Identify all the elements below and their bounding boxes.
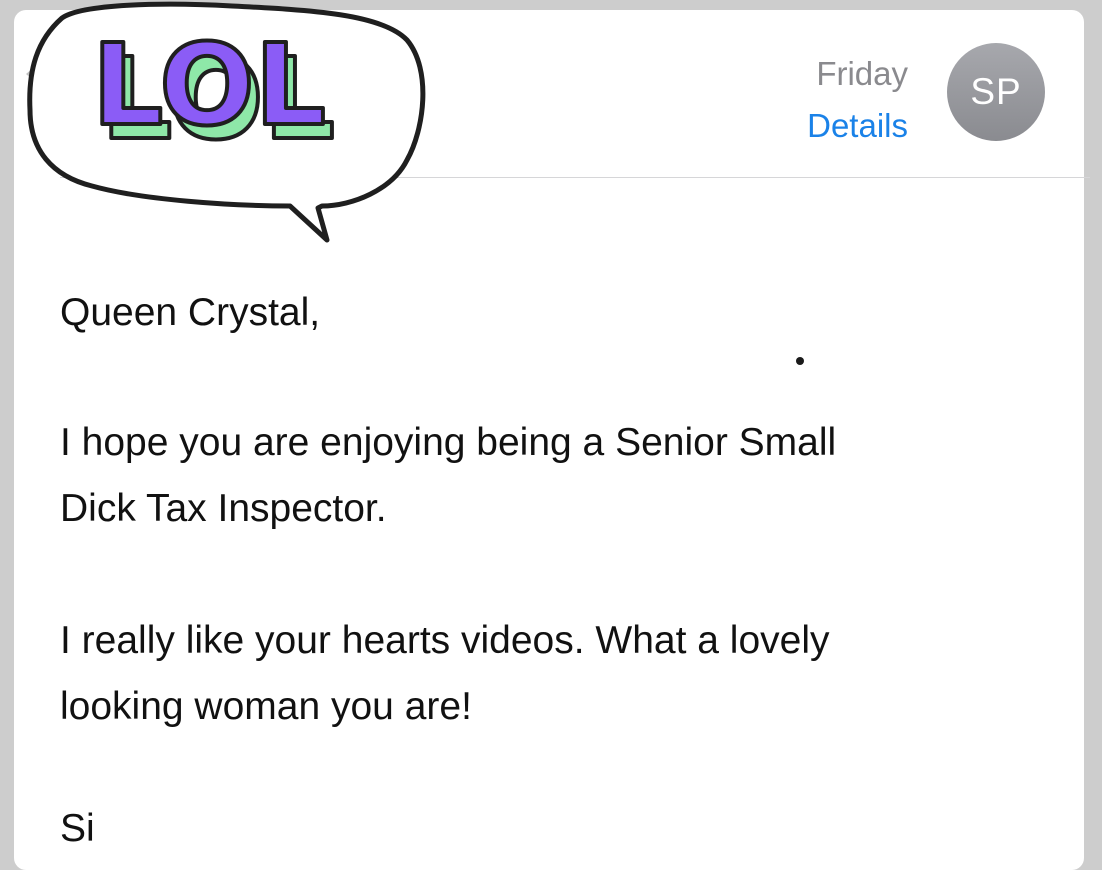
message-cut-off-line: Si [60,807,95,850]
message-paragraph2-line1: I really like your hearts videos. What a… [60,619,830,662]
message-date: Friday [816,55,908,92]
message-greeting: Queen Crystal, [60,291,321,334]
stray-dot [796,357,804,365]
message-paragraph1-line1: I hope you are enjoying being a Senior S… [60,421,837,464]
lol-sticker: LOL LOL [27,1,426,243]
details-link[interactable]: Details [807,106,908,146]
avatar-initials: SP [970,71,1022,112]
lol-face-text: LOL [92,21,326,151]
message-paragraph2-line2: looking woman you are! [60,685,472,728]
message-paragraph1-line2: Dick Tax Inspector. [60,487,387,530]
sender-avatar[interactable]: SP [947,43,1045,141]
